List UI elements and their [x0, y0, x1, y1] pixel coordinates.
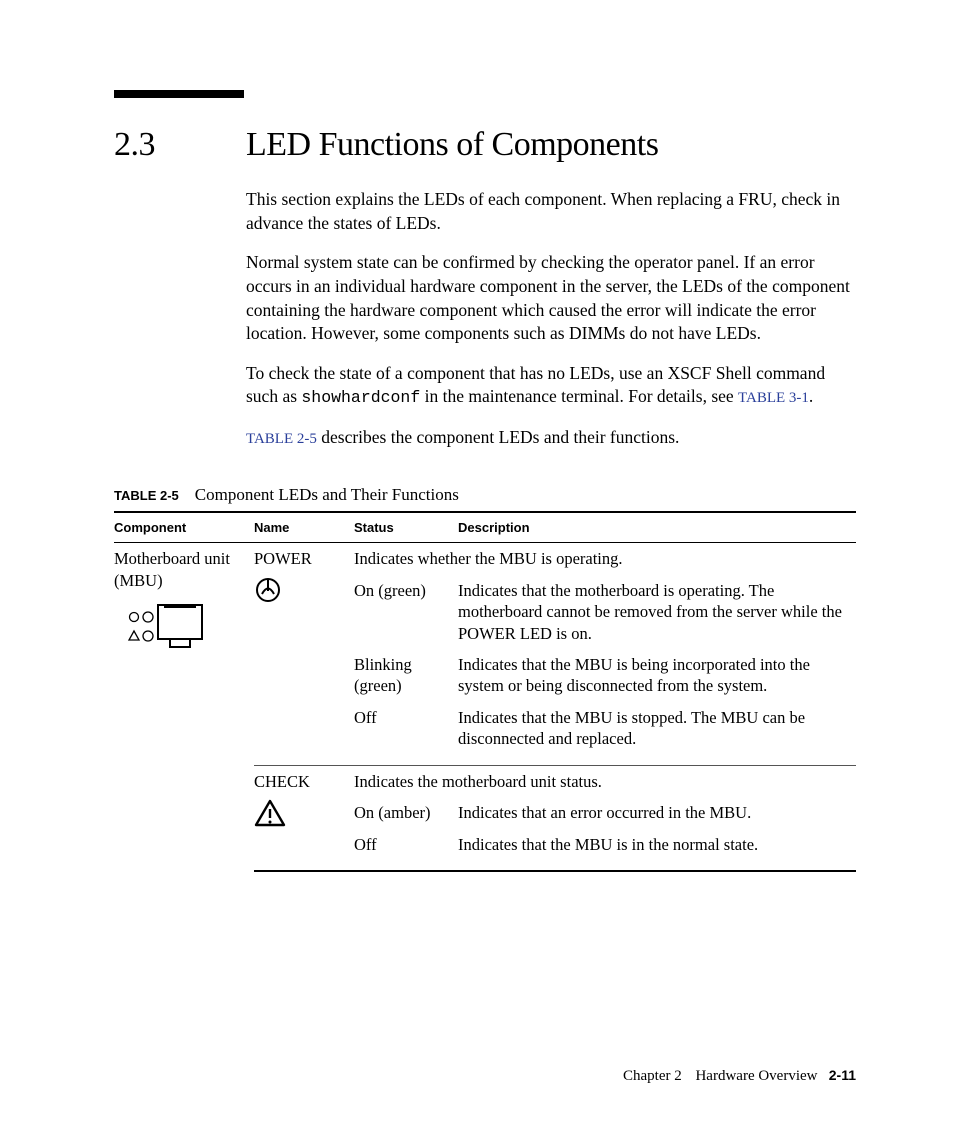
page-footer: Chapter 2 Hardware Overview 2-11	[623, 1067, 856, 1085]
desc-cell: Indicates that the MBU is being incorpor…	[458, 649, 856, 702]
th-component: Component	[114, 512, 254, 543]
component-name: Motherboard unit (MBU)	[114, 549, 230, 589]
mbu-diagram-icon	[114, 597, 208, 655]
p3-text-b: in the maintenance terminal. For details…	[420, 386, 738, 406]
check-summary: Indicates the motherboard unit status.	[354, 765, 856, 797]
footer-chapter: Chapter 2	[623, 1068, 682, 1084]
led-name-check: CHECK	[254, 772, 310, 791]
paragraph-1: This section explains the LEDs of each c…	[246, 188, 856, 235]
status-cell: Off	[354, 829, 458, 860]
warning-icon	[254, 798, 286, 828]
page: 2.3 LED Functions of Components This sec…	[0, 0, 954, 1145]
table-header-row: Component Name Status Description	[114, 512, 856, 543]
section-heading: 2.3 LED Functions of Components	[114, 126, 856, 164]
power-icon	[254, 576, 282, 604]
xref-table-3-1[interactable]: TABLE 3-1	[738, 390, 809, 406]
desc-cell: Indicates that the MBU is stopped. The M…	[458, 702, 856, 755]
table-caption: TABLE 2-5 Component LEDs and Their Funct…	[114, 485, 856, 505]
led-table: Component Name Status Description Mother…	[114, 511, 856, 872]
table-row: Motherboard unit (MBU) POWER	[114, 543, 856, 575]
desc-cell: Indicates that an error occurred in the …	[458, 797, 856, 828]
power-summary: Indicates whether the MBU is operating.	[354, 543, 856, 575]
th-name: Name	[254, 512, 354, 543]
xref-table-2-5[interactable]: TABLE 2-5	[246, 431, 317, 447]
paragraph-3: To check the state of a component that h…	[246, 362, 856, 410]
led-name-power: POWER	[254, 549, 312, 568]
p4-text-b: describes the component LEDs and their f…	[317, 427, 680, 447]
paragraph-2: Normal system state can be confirmed by …	[246, 251, 856, 346]
table-label: TABLE 2-5	[114, 488, 179, 503]
th-status: Status	[354, 512, 458, 543]
section-number: 2.3	[114, 126, 246, 164]
p3-text-c: .	[809, 386, 813, 406]
desc-cell: Indicates that the motherboard is operat…	[458, 575, 856, 649]
section-rule	[114, 90, 244, 98]
p3-command: showhardconf	[301, 388, 420, 407]
section-title: LED Functions of Components	[246, 126, 658, 164]
footer-page-number: 2-11	[829, 1067, 856, 1083]
status-cell: Off	[354, 702, 458, 755]
paragraph-4: TABLE 2-5 describes the component LEDs a…	[246, 426, 856, 450]
footer-section: Hardware Overview	[695, 1068, 817, 1084]
table-title: Component LEDs and Their Functions	[195, 485, 459, 505]
status-cell: Blinking (green)	[354, 649, 458, 702]
status-cell: On (green)	[354, 575, 458, 649]
th-description: Description	[458, 512, 856, 543]
desc-cell: Indicates that the MBU is in the normal …	[458, 829, 856, 860]
body-block: This section explains the LEDs of each c…	[246, 188, 856, 449]
status-cell: On (amber)	[354, 797, 458, 828]
